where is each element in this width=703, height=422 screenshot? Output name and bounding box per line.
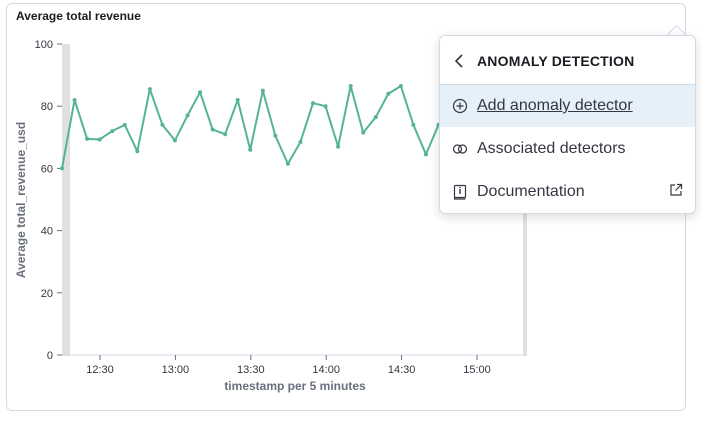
popover-header: ANOMALY DETECTION [440,36,695,85]
y-tick-label: 60 [41,163,53,175]
data-point[interactable] [323,104,328,109]
data-point[interactable] [160,122,165,127]
link-circles-icon [452,144,468,154]
popover-title: ANOMALY DETECTION [477,53,635,69]
documentation-icon [453,184,467,200]
y-axis-label: Average total_revenue_usd [14,122,28,278]
y-tick-label: 0 [47,350,53,362]
x-axis-label: timestamp per 5 minutes [224,379,366,393]
associated-detectors-item[interactable]: Associated detectors [440,128,695,170]
data-point[interactable] [386,91,391,96]
x-tick-label: 14:30 [388,364,416,376]
data-point[interactable] [235,97,240,102]
data-point[interactable] [122,122,127,127]
add-anomaly-detector-item[interactable]: Add anomaly detector [440,85,695,127]
data-point[interactable] [97,137,102,142]
x-tick-label: 15:00 [463,364,491,376]
data-point[interactable] [135,149,140,154]
data-point[interactable] [273,133,278,138]
data-point[interactable] [198,90,203,95]
data-point[interactable] [223,132,228,137]
data-point[interactable] [85,136,90,141]
data-point[interactable] [411,122,416,127]
data-point[interactable] [285,161,290,166]
data-point[interactable] [248,147,253,152]
data-point[interactable] [110,129,115,134]
data-point[interactable] [361,130,366,135]
associated-detectors-label: Associated detectors [477,140,626,157]
plus-in-circle-icon [452,98,468,114]
data-point[interactable] [336,144,341,149]
series-line [61,84,440,169]
data-point[interactable] [147,87,152,92]
documentation-label: Documentation [477,183,585,200]
arrow-left-icon[interactable] [454,53,464,69]
data-point[interactable] [60,166,64,171]
data-point[interactable] [260,88,265,93]
data-point[interactable] [185,113,190,118]
data-point[interactable] [348,83,353,88]
brush-left-handle[interactable] [62,44,70,356]
data-point[interactable] [423,152,428,157]
data-point[interactable] [373,115,378,120]
y-tick-label: 100 [35,39,53,51]
x-tick-label: 13:30 [237,364,265,376]
data-point[interactable] [311,101,315,106]
documentation-item[interactable]: Documentation [440,171,695,213]
data-point[interactable] [172,138,177,143]
data-point[interactable] [72,97,77,102]
external-link-icon [670,183,683,196]
x-tick-label: 13:00 [162,364,190,376]
x-tick-label: 14:00 [312,364,340,376]
anomaly-detection-popover: ANOMALY DETECTION Add anomaly detector A… [439,35,696,214]
add-anomaly-detector-label: Add anomaly detector [477,97,633,114]
data-point[interactable] [298,139,303,144]
data-point[interactable] [398,83,403,88]
x-tick-label: 12:30 [86,364,114,376]
data-point[interactable] [210,127,215,132]
y-tick-label: 20 [41,288,53,300]
y-tick-label: 80 [41,101,53,113]
y-tick-label: 40 [41,226,53,238]
